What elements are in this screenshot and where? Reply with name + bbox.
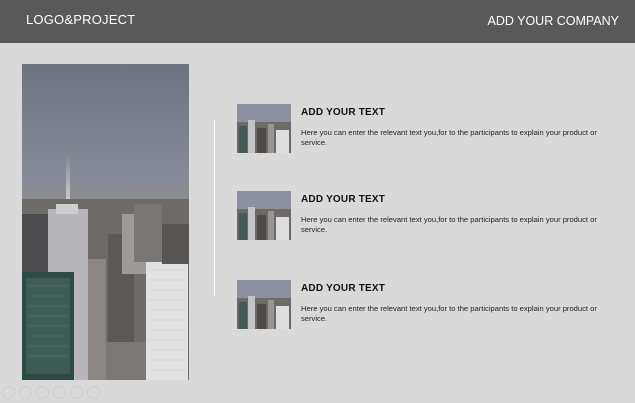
list-item: ADD YOUR TEXT Here you can enter the rel…	[237, 280, 617, 330]
thumbnail-image	[237, 104, 291, 153]
item-title: ADD YOUR TEXT	[301, 107, 386, 118]
item-description: Here you can enter the relevant text you…	[301, 304, 597, 323]
city-skyline-photo-icon	[22, 64, 189, 380]
slide-controls	[2, 386, 100, 400]
item-description: Here you can enter the relevant text you…	[301, 215, 597, 234]
zoom-icon[interactable]	[70, 386, 83, 399]
city-thumbnail-icon	[237, 104, 291, 153]
list-item: ADD YOUR TEXT Here you can enter the rel…	[237, 104, 617, 154]
city-thumbnail-icon	[237, 191, 291, 240]
pen-icon[interactable]	[36, 386, 49, 399]
list-item: ADD YOUR TEXT Here you can enter the rel…	[237, 191, 617, 241]
previous-icon[interactable]	[2, 386, 15, 399]
logo-text: LOGO&PROJECT	[26, 12, 136, 27]
company-name: ADD YOUR COMPANY	[487, 14, 619, 28]
thumbnail-image	[237, 280, 291, 329]
next-icon[interactable]	[19, 386, 32, 399]
more-icon[interactable]	[87, 386, 100, 399]
item-description: Here you can enter the relevant text you…	[301, 128, 597, 147]
item-title: ADD YOUR TEXT	[301, 194, 386, 205]
header-bar: LOGO&PROJECT ADD YOUR COMPANY	[0, 0, 635, 43]
hero-city-photo	[22, 64, 189, 380]
city-thumbnail-icon	[237, 280, 291, 329]
vertical-divider	[214, 120, 215, 296]
menu-icon[interactable]	[53, 386, 66, 399]
item-title: ADD YOUR TEXT	[301, 283, 386, 294]
thumbnail-image	[237, 191, 291, 240]
